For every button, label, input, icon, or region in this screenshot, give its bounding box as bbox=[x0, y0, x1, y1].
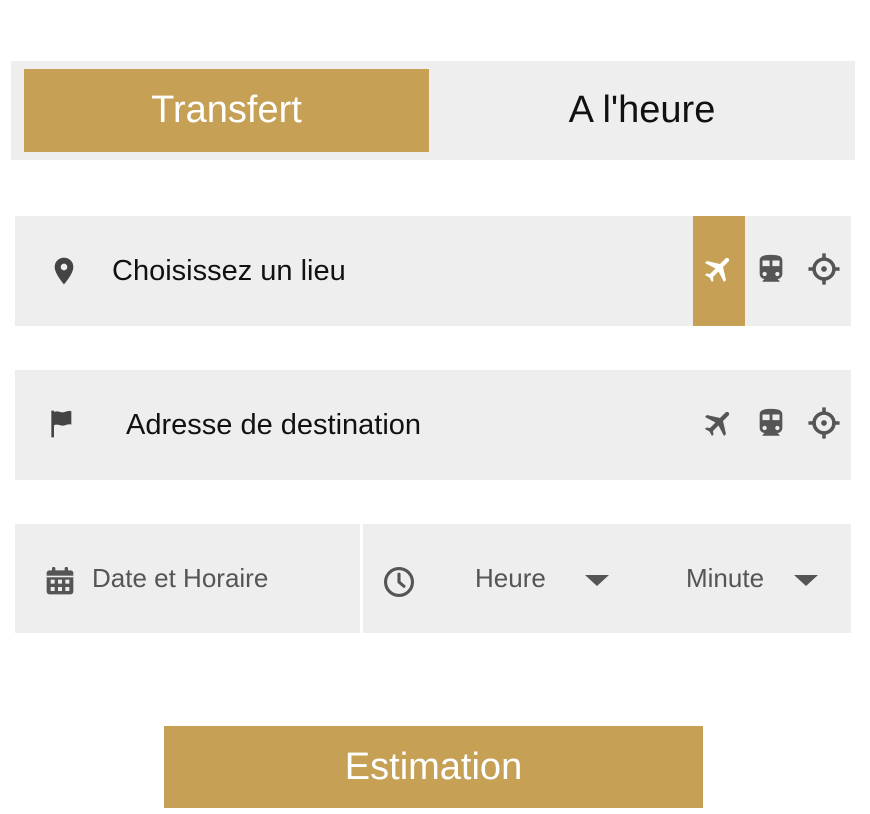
train-icon bbox=[754, 252, 788, 291]
pickup-field[interactable]: Choisissez un lieu bbox=[15, 216, 851, 326]
map-marker-icon bbox=[48, 255, 80, 287]
destination-field[interactable]: Adresse de destination bbox=[15, 370, 851, 480]
minute-select[interactable]: Minute bbox=[686, 524, 764, 633]
calendar-icon bbox=[44, 565, 76, 597]
pickup-station-button[interactable] bbox=[745, 216, 797, 326]
mode-tabs: Transfert A l'heure bbox=[11, 61, 855, 160]
flag-icon bbox=[46, 408, 78, 440]
train-icon bbox=[754, 406, 788, 445]
crosshair-icon bbox=[807, 406, 841, 445]
tab-transfert[interactable]: Transfert bbox=[24, 69, 429, 152]
estimation-button[interactable]: Estimation bbox=[164, 726, 703, 808]
hour-select[interactable]: Heure bbox=[475, 524, 546, 633]
pickup-input[interactable]: Choisissez un lieu bbox=[112, 216, 346, 326]
destination-airport-button[interactable] bbox=[693, 370, 745, 480]
destination-station-button[interactable] bbox=[745, 370, 797, 480]
destination-input[interactable]: Adresse de destination bbox=[126, 370, 421, 480]
tab-a-l-heure[interactable]: A l'heure bbox=[429, 69, 855, 152]
minute-chevron-down-icon[interactable] bbox=[794, 575, 818, 586]
date-placeholder: Date et Horaire bbox=[92, 563, 269, 593]
destination-locate-button[interactable] bbox=[798, 370, 850, 480]
hour-chevron-down-icon[interactable] bbox=[585, 575, 609, 586]
date-field[interactable]: Date et Horaire bbox=[15, 524, 360, 633]
pickup-airport-button[interactable] bbox=[693, 216, 745, 326]
plane-icon bbox=[702, 252, 736, 291]
crosshair-icon bbox=[807, 252, 841, 291]
pickup-locate-button[interactable] bbox=[798, 216, 850, 326]
clock-icon bbox=[382, 565, 416, 599]
plane-icon bbox=[702, 406, 736, 445]
